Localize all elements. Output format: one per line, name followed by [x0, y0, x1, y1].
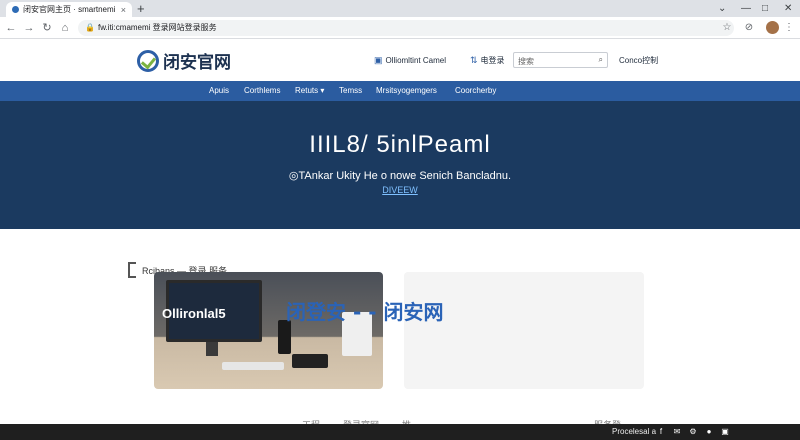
tab-search-icon[interactable]: ⌄	[718, 1, 726, 16]
bracket-icon	[128, 262, 136, 278]
maximize-button[interactable]: □	[762, 1, 768, 16]
nav-item-apuis[interactable]: Apuis	[209, 86, 229, 95]
login-icon: ⇅	[470, 55, 478, 65]
keyboard-image	[222, 362, 284, 370]
nav-item-retuts[interactable]: Retuts ▾	[295, 86, 324, 95]
main-nav: Apuis Corthlems Retuts ▾ Temss Mrsitsyog…	[0, 81, 800, 101]
card-label: Ollironlal5	[162, 306, 226, 321]
minimize-button[interactable]: —	[741, 1, 751, 16]
taskbar: Procelesal a f ✉ ⚙ ● ▣	[0, 424, 800, 440]
contact-label: Conco控制	[619, 56, 659, 65]
logo-text: 闭安官网	[163, 53, 231, 73]
channel-icon: ▣	[374, 55, 383, 65]
mail-icon[interactable]: ✉	[672, 427, 682, 437]
back-button[interactable]: ←	[3, 20, 19, 36]
monitor-stand-image	[206, 342, 218, 356]
status-dot-icon[interactable]: ●	[704, 427, 714, 437]
nav-item-temss[interactable]: Temss	[339, 86, 362, 95]
tab-title: 闭安官网主页 · smartnemi 登录服务	[23, 5, 117, 14]
search-icon[interactable]: ⌕	[599, 55, 603, 65]
address-bar[interactable]: 🔒 fw.iti:cmamemi 登录网站登录服务	[78, 20, 734, 36]
browser-tab[interactable]: 闭安官网主页 · smartnemi 登录服务 ×	[6, 2, 132, 17]
contact-link[interactable]: Conco控制	[619, 55, 658, 66]
site-favicon-icon	[12, 6, 19, 13]
lock-icon: 🔒	[85, 23, 95, 32]
laptop-image	[292, 354, 328, 368]
header-link-label: Olliomltint Camel	[385, 56, 446, 65]
nav-item-coorcherby[interactable]: Coorcherby	[455, 86, 496, 95]
home-button[interactable]: ⌂	[57, 20, 73, 36]
header-link-label: 电登录	[480, 56, 505, 65]
reload-button[interactable]: ↻	[39, 20, 55, 36]
site-logo[interactable]: 闭安官网	[137, 48, 231, 73]
nav-item-corthlems[interactable]: Corthlems	[244, 86, 280, 95]
hero-link[interactable]: DIVEEW	[0, 185, 800, 195]
browser-tab-bar: 闭安官网主页 · smartnemi 登录服务 × + ⌄ — □ ✕	[0, 0, 800, 17]
hero-subtitle: ◎TAnkar Ukity He o nowe Senich Bancladnu…	[288, 170, 512, 182]
close-window-button[interactable]: ✕	[784, 1, 792, 16]
hero-title: IIIL8/ 5inlPeaml	[309, 131, 491, 158]
address-text: fw.iti:cmamemi 登录网站登录服务	[98, 23, 217, 32]
bookmark-star-icon[interactable]: ☆	[719, 20, 735, 36]
window-icon[interactable]: ▣	[720, 427, 730, 437]
site-search-input[interactable]: 搜索 ⌕	[513, 52, 608, 68]
settings-icon[interactable]: ⚙	[688, 427, 698, 437]
logo-check-icon	[137, 49, 159, 72]
facebook-icon[interactable]: f	[656, 427, 666, 437]
speaker-image	[278, 320, 291, 354]
feature-card-blank[interactable]	[404, 272, 644, 389]
new-tab-button[interactable]: +	[137, 1, 145, 16]
header-link-login[interactable]: ⇅ 电登录	[470, 55, 505, 66]
header-link-channel[interactable]: ▣ Olliomltint Camel	[374, 55, 446, 66]
forward-button[interactable]: →	[21, 20, 37, 36]
feature-card-workspace[interactable]: Ollironlal5	[154, 272, 383, 389]
search-placeholder: 搜索	[518, 57, 534, 66]
browser-menu-icon[interactable]: ⋮	[781, 20, 797, 36]
browser-toolbar: ← → ↻ ⌂ 🔒 fw.iti:cmamemi 登录网站登录服务 ☆ ⊘ ⋮	[0, 17, 800, 39]
hero-banner: IIIL8/ 5inlPeaml ◎TAnkar Ukity He o nowe…	[0, 101, 800, 229]
tab-close-icon[interactable]: ×	[121, 5, 126, 15]
extension-icon[interactable]: ⊘	[741, 20, 757, 36]
overlay-watermark-text: 闭登安 - - 闭安网	[286, 300, 444, 324]
taskbar-text: Procelesal a	[612, 427, 657, 436]
site-header: 闭安官网 ▣ Olliomltint Camel ⇅ 电登录 搜索 ⌕ Conc…	[0, 39, 800, 81]
profile-avatar[interactable]	[766, 21, 779, 34]
nav-item-mrsitsyogemgers[interactable]: Mrsitsyogemgers	[376, 86, 437, 95]
